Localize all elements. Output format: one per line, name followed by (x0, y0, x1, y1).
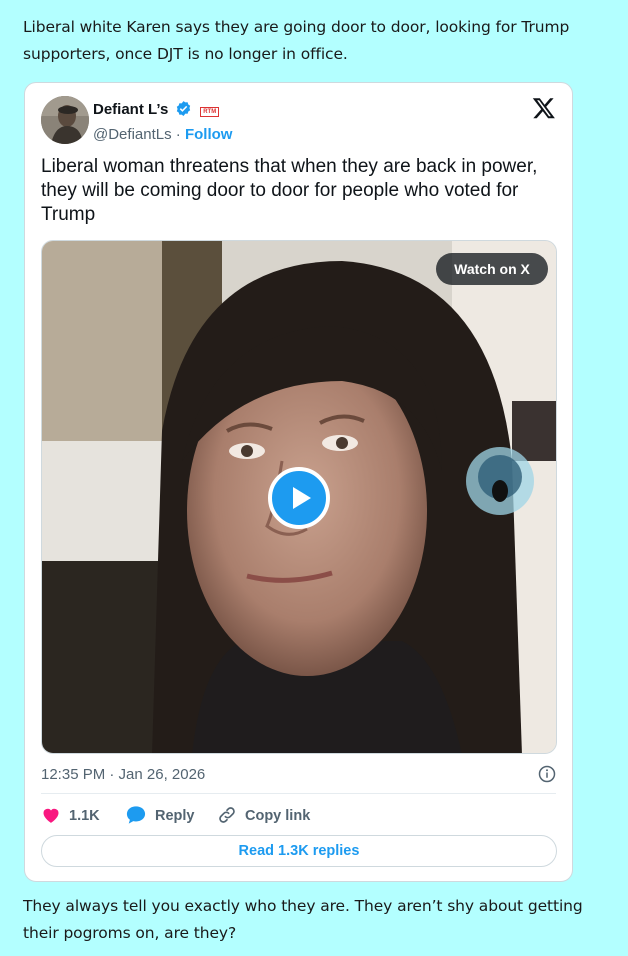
tweet-text: Liberal woman threatens that when they a… (41, 156, 538, 225)
follow-button[interactable]: Follow (185, 126, 233, 143)
like-count: 1.1K (69, 808, 100, 824)
tweet-timestamp[interactable]: 12:35 PM · Jan 26, 2026 (41, 766, 205, 783)
reply-action[interactable]: Reply (125, 805, 195, 825)
reply-label: Reply (155, 808, 195, 824)
watch-on-x-button[interactable]: Watch on X (436, 253, 548, 285)
author-block: Defiant L’s RTM @DefiantLs · Follow (93, 100, 232, 143)
embedded-tweet-card[interactable]: Defiant L’s RTM @DefiantLs · Follow Libe… (24, 82, 573, 882)
separator-dot: · (175, 126, 181, 143)
avatar[interactable] (41, 96, 89, 144)
affiliate-badge: RTM (200, 107, 220, 117)
read-replies-button[interactable]: Read 1.3K replies (41, 835, 557, 867)
divider (41, 793, 556, 794)
verified-badge-icon (175, 100, 192, 122)
intro-paragraph: Liberal white Karen says they are going … (23, 18, 570, 63)
info-icon[interactable] (538, 765, 556, 788)
x-logo-icon[interactable] (532, 96, 556, 125)
video-thumbnail[interactable]: Watch on X (41, 240, 557, 754)
author-name[interactable]: Defiant L’s (93, 101, 168, 118)
copy-link-label: Copy link (245, 808, 311, 824)
play-icon[interactable] (268, 467, 330, 529)
copy-link-action[interactable]: Copy link (217, 805, 310, 825)
outro-paragraph: They always tell you exactly who they ar… (23, 897, 583, 942)
like-action[interactable]: 1.1K (41, 805, 100, 825)
link-icon (219, 807, 235, 823)
author-handle[interactable]: @DefiantLs (93, 126, 172, 143)
reply-bubble-icon (126, 806, 146, 824)
heart-icon (43, 808, 59, 823)
